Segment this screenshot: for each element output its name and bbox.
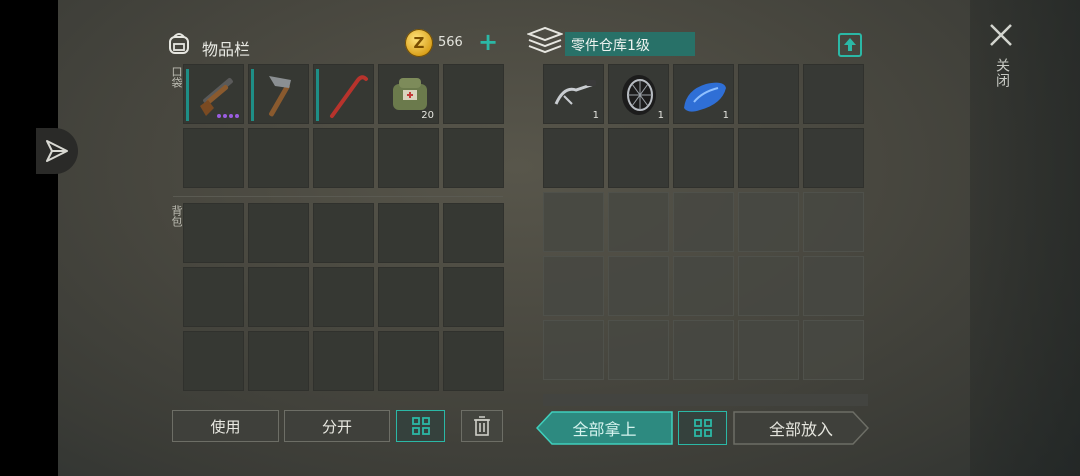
coin-icon: Z xyxy=(405,29,433,57)
backpack-icon xyxy=(169,33,189,54)
storage-slot-locked xyxy=(803,256,864,316)
storage-slot-locked xyxy=(608,320,669,380)
backpack-slot[interactable] xyxy=(313,203,374,263)
storage-slot-2[interactable]: 1 xyxy=(608,64,669,124)
backpack-slot[interactable] xyxy=(248,267,309,327)
put-all-button[interactable]: 全部放入 xyxy=(733,411,870,445)
upload-button[interactable] xyxy=(838,33,862,57)
inventory-title: 物品栏 xyxy=(202,40,251,59)
storage-slot-locked xyxy=(543,192,604,252)
storage-slot-3[interactable]: 1 xyxy=(673,64,734,124)
pocket-slot-4[interactable]: 20 xyxy=(378,64,439,124)
delete-button[interactable] xyxy=(461,410,503,442)
durability-bar xyxy=(316,69,319,121)
pocket-slot-2[interactable] xyxy=(248,64,309,124)
storage-slot-1[interactable]: 1 xyxy=(543,64,604,124)
coin-symbol: Z xyxy=(413,34,425,52)
take-all-label: 全部拿上 xyxy=(572,420,637,439)
paper-plane-icon xyxy=(46,140,68,162)
coin-count: 566 xyxy=(438,35,463,50)
pocket-slot-8[interactable] xyxy=(313,128,374,188)
pocket-slot-6[interactable] xyxy=(183,128,244,188)
pocket-slot-10[interactable] xyxy=(443,128,504,188)
storage-slot[interactable] xyxy=(738,128,799,188)
storage-slot[interactable] xyxy=(738,64,799,124)
backpack-slot[interactable] xyxy=(248,331,309,391)
storage-slot-locked xyxy=(803,192,864,252)
backpack-slot[interactable] xyxy=(443,331,504,391)
backpack-slot[interactable] xyxy=(183,203,244,263)
storage-slot-locked xyxy=(673,320,734,380)
take-all-button[interactable]: 全部拿上 xyxy=(535,411,673,445)
storage-slot-locked xyxy=(738,320,799,380)
storage-slot[interactable] xyxy=(803,64,864,124)
add-coins-button[interactable]: + xyxy=(478,30,498,54)
storage-slot-locked xyxy=(673,192,734,252)
durability-bar xyxy=(251,69,254,121)
backpack-slot[interactable] xyxy=(313,267,374,327)
storage-slot-locked xyxy=(738,256,799,316)
storage-slot[interactable] xyxy=(673,128,734,188)
storage-slot-locked xyxy=(543,320,604,380)
hatchet-icon xyxy=(269,76,291,117)
storage-slot-locked xyxy=(543,256,604,316)
storage-slot-locked xyxy=(803,320,864,380)
pocket-grid: 20 xyxy=(183,64,504,188)
backpack-grid xyxy=(183,203,504,391)
storage-title: 零件仓库1级 xyxy=(571,38,650,54)
grid-sort-icon xyxy=(693,419,712,437)
pocket-slot-1[interactable] xyxy=(183,64,244,124)
storage-slot[interactable] xyxy=(803,128,864,188)
backpack-slot[interactable] xyxy=(183,331,244,391)
trash-icon xyxy=(474,416,490,436)
pocket-slot-5[interactable] xyxy=(443,64,504,124)
storage-slot-locked xyxy=(673,256,734,316)
pocket-slot-9[interactable] xyxy=(378,128,439,188)
storage-stack-icon xyxy=(527,26,563,54)
item-quantity: 1 xyxy=(592,110,599,121)
rarity-dots xyxy=(217,114,239,118)
storage-slot-locked xyxy=(608,256,669,316)
backpack-slot[interactable] xyxy=(378,331,439,391)
pocket-slot-7[interactable] xyxy=(248,128,309,188)
grid-sort-icon xyxy=(411,417,430,435)
backpack-slot[interactable] xyxy=(248,203,309,263)
split-button[interactable]: 分开 xyxy=(284,410,390,442)
storage-grid: 1 1 1 xyxy=(543,64,864,380)
item-quantity: 20 xyxy=(421,110,434,121)
close-icon[interactable] xyxy=(988,22,1014,48)
close-label[interactable]: 关闭 xyxy=(990,58,1012,88)
sort-button-right[interactable] xyxy=(678,411,727,445)
divider xyxy=(173,196,503,197)
storage-slot-locked xyxy=(608,192,669,252)
storage-slot[interactable] xyxy=(608,128,669,188)
put-all-label: 全部放入 xyxy=(768,420,833,439)
sort-button-left[interactable] xyxy=(396,410,445,442)
item-quantity: 1 xyxy=(722,110,729,121)
backpack-slot[interactable] xyxy=(443,267,504,327)
item-quantity: 1 xyxy=(657,110,664,121)
pocket-slot-3[interactable] xyxy=(313,64,374,124)
upload-icon xyxy=(844,38,856,51)
side-strip xyxy=(970,0,1080,476)
backpack-label: 背包 xyxy=(170,205,183,227)
backpack-slot[interactable] xyxy=(313,331,374,391)
backpack-slot[interactable] xyxy=(183,267,244,327)
backpack-slot[interactable] xyxy=(378,203,439,263)
use-button[interactable]: 使用 xyxy=(172,410,279,442)
crowbar-icon xyxy=(330,75,368,118)
backpack-slot[interactable] xyxy=(443,203,504,263)
pocket-label: 口袋 xyxy=(170,66,183,88)
storage-slot[interactable] xyxy=(543,128,604,188)
backpack-slot[interactable] xyxy=(378,267,439,327)
durability-bar xyxy=(186,69,189,121)
storage-slot-locked xyxy=(738,192,799,252)
grid-fade xyxy=(543,394,868,406)
shotgun-icon xyxy=(200,77,233,116)
